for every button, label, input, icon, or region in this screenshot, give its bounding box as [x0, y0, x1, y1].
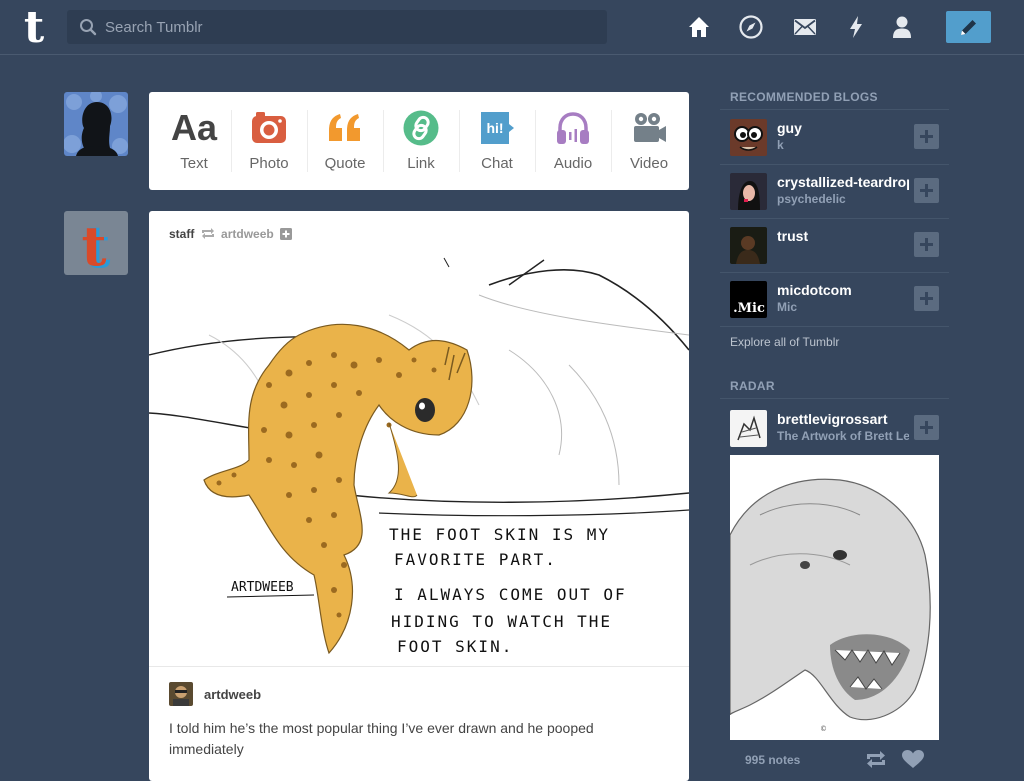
follow-plus-button[interactable]: [914, 415, 939, 440]
search-box[interactable]: [67, 10, 607, 44]
post-type-label: Audio: [553, 155, 593, 172]
radar-title: RADAR: [730, 379, 775, 393]
svg-text:t: t: [24, 6, 45, 48]
blog-subtitle: The Artwork of Brett Levi Gross: [777, 429, 909, 443]
post-type-photo[interactable]: Photo: [231, 92, 307, 190]
activity-icon[interactable]: [843, 14, 869, 40]
caption-line: THE FOOT SKIN IS MY: [389, 525, 610, 544]
blog-subtitle: psychedelic: [777, 192, 846, 206]
svg-text:©: ©: [820, 725, 827, 733]
divider: [720, 326, 949, 327]
post-type-audio[interactable]: Audio: [535, 92, 611, 190]
radar-blog-item[interactable]: brettlevigrossart The Artwork of Brett L…: [720, 401, 949, 455]
recommended-blog-item[interactable]: guy k: [720, 110, 949, 164]
link-icon: [403, 110, 439, 146]
blog-subtitle: k: [777, 138, 784, 152]
explore-tumblr-link[interactable]: Explore all of Tumblr: [730, 335, 839, 349]
post-type-text[interactable]: Aa Text: [156, 92, 232, 190]
blog-avatar: [730, 173, 767, 210]
search-input[interactable]: [105, 10, 595, 44]
caption-line: FOOT SKIN.: [397, 637, 513, 656]
svg-text:t: t: [82, 214, 107, 275]
camera-icon: [252, 112, 286, 143]
post-author-name[interactable]: artdweeb: [204, 687, 261, 702]
blog-name: guy: [777, 120, 802, 136]
headphones-icon: [557, 112, 589, 144]
caption-line: FAVORITE PART.: [394, 550, 557, 569]
recommended-blog-item[interactable]: crystallized-teardrops psychedelic: [720, 164, 949, 218]
blog-name: micdotcom: [777, 282, 852, 298]
blog-avatar: .Mic: [730, 281, 767, 318]
caption-line: HIDING TO WATCH THE: [391, 612, 612, 631]
blog-name: brettlevigrossart: [777, 411, 888, 427]
follow-plus-icon[interactable]: [280, 228, 293, 240]
search-icon: [80, 19, 97, 36]
follow-plus-button[interactable]: [914, 178, 939, 203]
radar-post-image[interactable]: ©: [729, 455, 939, 740]
follow-plus-button[interactable]: [914, 124, 939, 149]
reblog-icon: [201, 228, 214, 239]
recommended-blogs-title: RECOMMENDED BLOGS: [730, 90, 878, 104]
divider: [149, 666, 689, 667]
blog-avatar: [730, 119, 767, 156]
dashboard-post: staff artdweeb THE FOOT SKIN IS MY FAVOR…: [149, 211, 689, 781]
reblogged-from-name[interactable]: artdweeb: [221, 227, 274, 241]
chat-icon: hi!: [481, 112, 514, 144]
post-type-link[interactable]: Link: [383, 92, 459, 190]
top-navigation-bar: t: [0, 0, 1024, 55]
follow-plus-button[interactable]: [914, 232, 939, 257]
follow-plus-button[interactable]: [914, 286, 939, 311]
compose-icon: [961, 20, 976, 35]
blog-name: trust: [777, 228, 809, 244]
post-type-label: Video: [629, 155, 669, 172]
reblog-icon[interactable]: [865, 751, 887, 768]
like-heart-icon[interactable]: [902, 750, 924, 768]
post-type-quote[interactable]: Quote: [307, 92, 383, 190]
blog-avatar: [730, 410, 767, 447]
account-icon[interactable]: [889, 14, 915, 40]
post-type-label: Chat: [481, 155, 513, 172]
recommended-blog-item[interactable]: .Mic micdotcom Mic: [720, 272, 949, 326]
artist-signature: ARTDWEEB: [231, 580, 294, 595]
blog-avatar: [730, 227, 767, 264]
inbox-icon[interactable]: [792, 14, 818, 40]
author-avatar[interactable]: [169, 682, 193, 706]
svg-text:hi!: hi!: [486, 120, 503, 136]
post-type-video[interactable]: Video: [611, 92, 687, 190]
tumblr-logo-icon[interactable]: t: [14, 2, 54, 53]
quote-icon: [329, 114, 360, 141]
post-body-text: I told him he’s the most popular thing I…: [169, 720, 594, 757]
home-icon[interactable]: [686, 14, 712, 40]
explore-icon[interactable]: [738, 14, 764, 40]
post-photo-gecko-illustration[interactable]: THE FOOT SKIN IS MY FAVORITE PART. I ALW…: [149, 255, 689, 667]
recommended-blog-item[interactable]: trust: [720, 218, 949, 272]
post-type-label: Photo: [249, 155, 289, 172]
divider: [720, 398, 949, 399]
post-type-label: Link: [407, 155, 435, 172]
svg-text:.Mic: .Mic: [733, 301, 765, 316]
blog-name: crystallized-teardrops: [777, 174, 909, 190]
post-type-bar: Aa Text Photo Quote Link hi! Chat Audio …: [149, 92, 689, 190]
post-blog-name[interactable]: staff: [169, 227, 194, 241]
post-type-label: Quote: [324, 155, 366, 172]
post-type-label: Text: [180, 155, 208, 172]
video-camera-icon: [634, 113, 666, 142]
compose-button[interactable]: [946, 11, 991, 43]
user-avatar[interactable]: [64, 92, 128, 156]
post-header: staff artdweeb: [169, 227, 293, 241]
radar-notes-count[interactable]: 995 notes: [745, 753, 800, 767]
caption-line: I ALWAYS COME OUT OF: [394, 585, 627, 604]
staff-avatar[interactable]: t t: [64, 211, 128, 275]
post-type-chat[interactable]: hi! Chat: [459, 92, 535, 190]
text-post-icon: Aa: [170, 107, 218, 148]
blog-subtitle: Mic: [777, 300, 798, 314]
